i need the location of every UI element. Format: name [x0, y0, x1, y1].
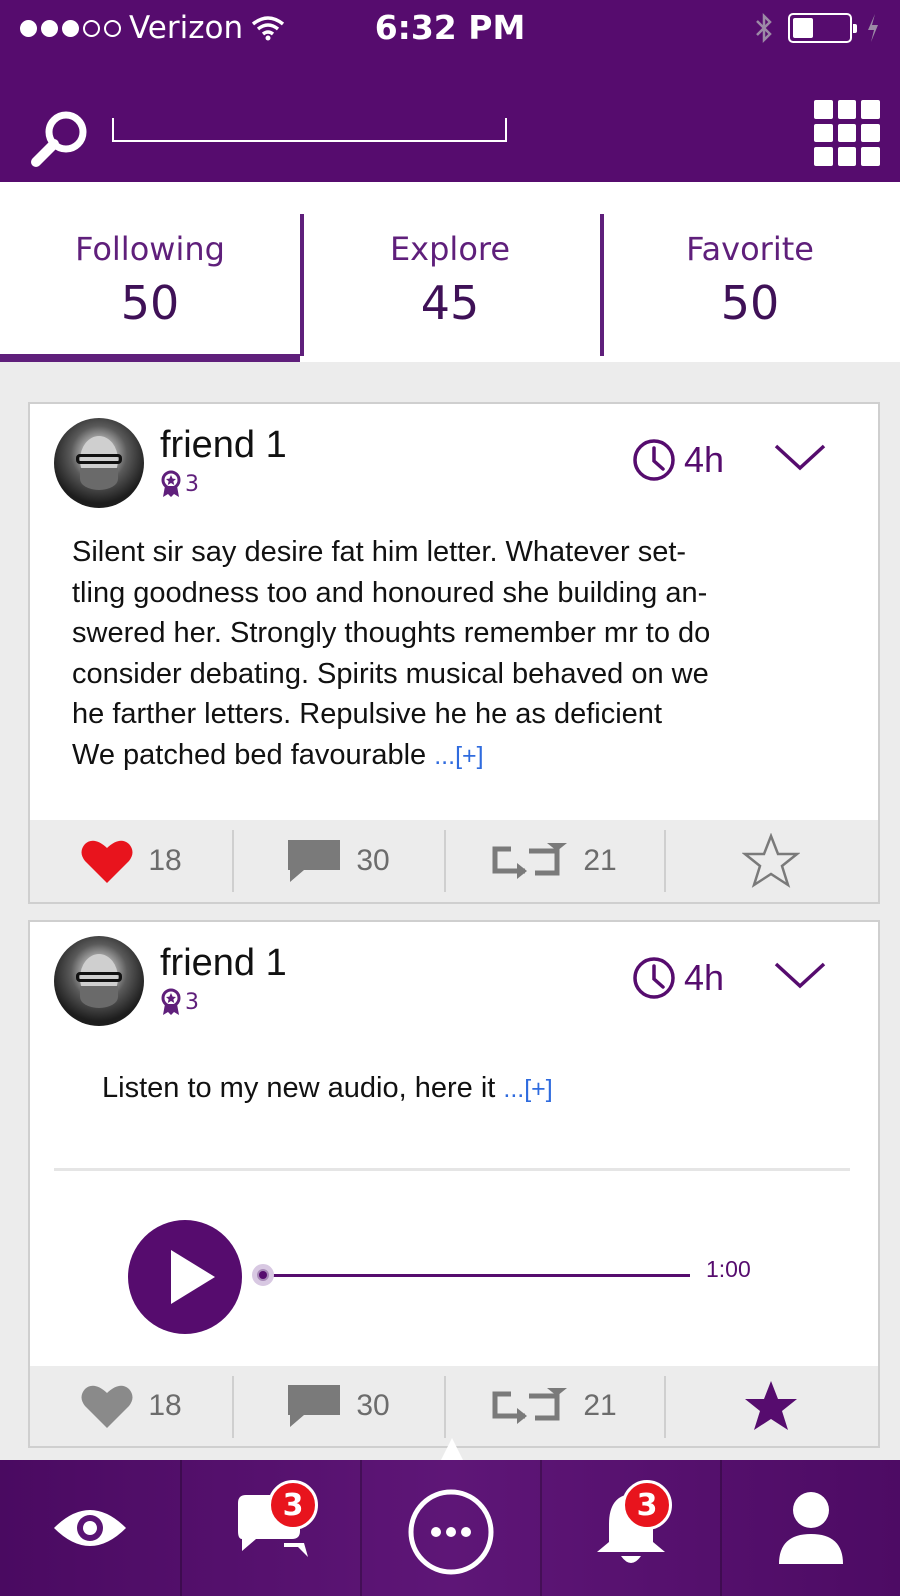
comment-button[interactable]: 30 [232, 1366, 444, 1446]
text-line: consider debating. Spirits musical behav… [72, 657, 709, 690]
post-card: friend 1 3 4h Silent sir say desire fat … [28, 402, 880, 904]
heart-icon [81, 840, 133, 883]
tab-label: Explore [389, 230, 511, 268]
star-outline-icon [742, 833, 800, 888]
eye-icon [54, 1510, 126, 1546]
award-badge-icon [161, 470, 181, 497]
bottom-nav: 3 3 [0, 1460, 900, 1596]
comment-icon [288, 1385, 341, 1427]
avatar[interactable] [54, 418, 144, 508]
nav-profile[interactable] [720, 1460, 900, 1596]
text-line: We patched bed favourable ...[+] [72, 735, 842, 777]
tab-label: Favorite [686, 230, 814, 268]
favorite-button[interactable] [664, 1366, 878, 1446]
read-more-link[interactable]: ...[+] [503, 1075, 552, 1103]
text-line: tling goodness too and honoured she buil… [72, 576, 708, 609]
nav-messages[interactable]: 3 [180, 1460, 360, 1596]
audio-scrubber-handle[interactable] [252, 1264, 274, 1286]
time-ago: 4h [684, 439, 725, 480]
text-line-last: We patched bed favourable [72, 738, 427, 771]
clock-icon [633, 439, 675, 481]
nav-notifications[interactable]: 3 [540, 1460, 720, 1596]
audio-progress-track[interactable] [262, 1274, 690, 1277]
post-time: 4h [632, 438, 724, 482]
author-rank: 3 [160, 470, 199, 498]
repost-count: 21 [583, 1389, 617, 1422]
star-filled-icon [745, 1381, 797, 1430]
post-actions: 18 30 21 [30, 1366, 878, 1446]
post-text-body: Listen to my new audio, here it [102, 1072, 496, 1104]
heart-icon [81, 1385, 133, 1428]
repost-icon [492, 1388, 568, 1424]
award-badge-icon [161, 988, 181, 1015]
clock-icon [633, 957, 675, 999]
tab-count: 45 [420, 276, 480, 330]
post-time: 4h [632, 956, 724, 1000]
feed-tabs: Following 50 Explore 45 Favorite 50 [0, 182, 900, 362]
time-ago: 4h [684, 957, 725, 998]
notifications-badge: 3 [622, 1480, 672, 1530]
repost-count: 21 [583, 844, 617, 877]
tab-label: Following [75, 230, 225, 268]
post-author[interactable]: friend 1 [160, 424, 287, 467]
comment-count: 30 [356, 844, 390, 877]
like-button[interactable]: 18 [30, 1366, 232, 1446]
read-more-link[interactable]: ...[+] [434, 742, 483, 770]
repost-button[interactable]: 21 [444, 1366, 664, 1446]
grid-menu-icon[interactable] [814, 100, 880, 166]
like-count: 18 [148, 1389, 182, 1422]
search-input[interactable] [112, 118, 507, 142]
app-header [0, 56, 900, 182]
text-line: he farther letters. Repulsive he he as d… [72, 698, 662, 730]
nav-compose[interactable] [360, 1460, 540, 1596]
like-count: 18 [148, 844, 182, 877]
audio-duration: 1:00 [706, 1256, 751, 1282]
tab-explore[interactable]: Explore 45 [300, 182, 600, 362]
post-text: Silent sir say desire fat him letter. Wh… [72, 532, 842, 776]
play-button[interactable] [128, 1220, 242, 1334]
author-rank: 3 [160, 988, 199, 1016]
user-icon [779, 1492, 843, 1564]
search-icon[interactable] [28, 106, 92, 170]
text-line: Silent sir say desire fat him letter. Wh… [72, 536, 687, 568]
compose-pointer-icon [440, 1438, 464, 1462]
favorite-button[interactable] [664, 820, 878, 902]
bluetooth-icon [756, 12, 772, 44]
comment-button[interactable]: 30 [232, 820, 444, 902]
comment-icon [288, 840, 341, 882]
messages-badge: 3 [268, 1480, 318, 1530]
text-line: swered her. Strongly thoughts remember m… [72, 617, 711, 649]
tab-count: 50 [120, 276, 180, 330]
post-author[interactable]: friend 1 [160, 942, 287, 985]
post-actions: 18 30 21 [30, 820, 878, 902]
post-card: friend 1 3 4h Listen to my new audio, he… [28, 920, 880, 1448]
compose-icon [408, 1489, 494, 1575]
battery-icon [788, 13, 857, 43]
rank-count: 3 [185, 989, 199, 1015]
chevron-down-icon[interactable] [772, 958, 828, 992]
tab-following[interactable]: Following 50 [0, 182, 300, 362]
comment-count: 30 [356, 1389, 390, 1422]
like-button[interactable]: 18 [30, 820, 232, 902]
repost-icon [492, 843, 568, 879]
tab-count: 50 [720, 276, 780, 330]
status-bar: Verizon 6:32 PM [0, 0, 900, 56]
tab-favorite[interactable]: Favorite 50 [600, 182, 900, 362]
avatar[interactable] [54, 936, 144, 1026]
repost-button[interactable]: 21 [444, 820, 664, 902]
post-text: Listen to my new audio, here it ...[+] [102, 1072, 553, 1105]
rank-count: 3 [185, 471, 199, 497]
charging-icon [868, 14, 878, 42]
divider [54, 1168, 850, 1171]
nav-watch[interactable] [0, 1460, 180, 1596]
chevron-down-icon[interactable] [772, 440, 828, 474]
status-right [754, 12, 880, 44]
